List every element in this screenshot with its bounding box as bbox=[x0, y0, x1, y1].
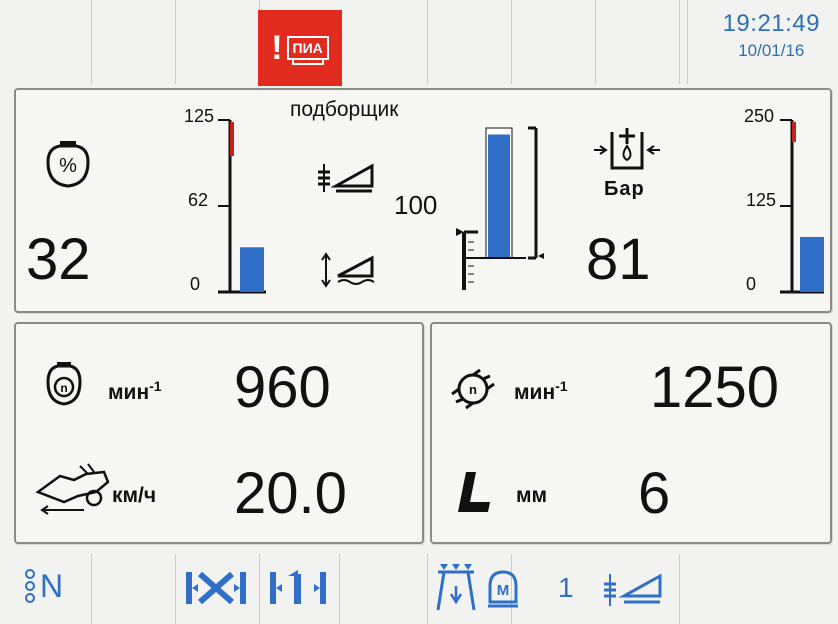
engine-rpm-unit-exp: -1 bbox=[149, 378, 162, 394]
top-status-bar: ! ПИА 19:21:49 10/01/16 bbox=[0, 0, 838, 86]
cut-length-icon bbox=[458, 472, 490, 512]
alarm-chip-label: ПИА bbox=[286, 36, 329, 65]
bottom-slot-6[interactable]: M bbox=[428, 554, 518, 624]
svg-text:n: n bbox=[469, 382, 477, 397]
top-slot-3[interactable] bbox=[176, 0, 260, 84]
right-scale-min: 0 bbox=[746, 274, 757, 294]
left-scale-max: 125 bbox=[184, 106, 215, 126]
engine-load-icon: % bbox=[46, 141, 90, 188]
bottom-slot-2[interactable] bbox=[92, 554, 176, 624]
top-slot-7[interactable] bbox=[512, 0, 596, 84]
pickup-ground-icon bbox=[321, 252, 375, 288]
pressure-value: 81 bbox=[586, 227, 651, 292]
alarm-button[interactable]: ! ПИА bbox=[258, 10, 342, 86]
rotor-rpm-icon: n bbox=[451, 368, 495, 410]
clock-time: 19:21:49 bbox=[722, 10, 820, 37]
top-slot-2[interactable] bbox=[92, 0, 176, 84]
pickup-value: 100 bbox=[394, 190, 438, 220]
left-gauge bbox=[218, 119, 266, 294]
speed-unit: км/ч bbox=[112, 484, 157, 507]
rotor-rpm-unit-exp: -1 bbox=[555, 378, 568, 394]
engine-rpm-unit-text: мин bbox=[108, 381, 150, 404]
left-scale-mid: 62 bbox=[188, 190, 209, 210]
alarm-exclamation-icon: ! bbox=[271, 28, 283, 67]
pickup-title: подборщик bbox=[290, 98, 399, 121]
cut-length-value: 6 bbox=[638, 461, 671, 526]
engine-panel: n мин-1 960 км/ч 20.0 bbox=[14, 322, 424, 544]
engine-rpm-value: 960 bbox=[234, 355, 331, 420]
svg-text:%: % bbox=[59, 155, 77, 177]
pressure-unit: Бар bbox=[604, 178, 645, 200]
sensor-neutral-icon bbox=[25, 569, 35, 603]
spout-icon bbox=[436, 564, 476, 611]
pickup-height-icon bbox=[604, 573, 662, 606]
right-gauge bbox=[780, 119, 824, 294]
top-panel: % 32 125 62 0 подборщик 100 Бар 81 250 1… bbox=[14, 88, 832, 313]
svg-text:n: n bbox=[60, 381, 67, 395]
bottom-slot-3[interactable] bbox=[176, 554, 260, 624]
sensor-neutral-label: N bbox=[40, 568, 64, 604]
svg-text:M: M bbox=[497, 582, 510, 599]
rotor-rpm-unit-text: мин bbox=[514, 381, 556, 404]
bottom-toolbar: N M 1 bbox=[0, 548, 838, 624]
pickup-height-fill bbox=[488, 134, 510, 258]
bottom-slot-8[interactable] bbox=[680, 554, 838, 624]
bottom-slot-5[interactable] bbox=[340, 554, 428, 624]
clock-date: 10/01/16 bbox=[738, 41, 805, 60]
engine-load-value: 32 bbox=[26, 227, 91, 292]
mode-m-suffix: 1 bbox=[558, 572, 574, 603]
top-slot-6[interactable] bbox=[428, 0, 512, 84]
bottom-slot-1[interactable]: N bbox=[0, 554, 92, 624]
bottom-slot-4[interactable] bbox=[260, 554, 340, 624]
rotor-panel: n мин-1 1250 мм 6 bbox=[430, 322, 832, 544]
left-gauge-fill bbox=[240, 247, 264, 292]
header-align-icon bbox=[270, 570, 326, 604]
engine-rpm-unit: мин-1 bbox=[108, 378, 162, 405]
rotor-rpm-value: 1250 bbox=[650, 355, 780, 420]
clock: 19:21:49 10/01/16 bbox=[723, 10, 820, 61]
right-scale-mid: 125 bbox=[746, 190, 777, 210]
right-gauge-fill bbox=[800, 236, 824, 292]
rotor-rpm-unit: мин-1 bbox=[514, 378, 568, 405]
header-cross-icon bbox=[186, 571, 246, 605]
cut-length-unit: мм bbox=[516, 484, 548, 507]
speed-value: 20.0 bbox=[234, 461, 347, 526]
mode-m-icon: M bbox=[488, 570, 518, 608]
pickup-height-gauge bbox=[456, 126, 544, 290]
top-slot-5[interactable] bbox=[340, 0, 428, 84]
left-scale-min: 0 bbox=[190, 274, 201, 294]
hydraulic-pressure-icon bbox=[594, 128, 660, 170]
pickup-raise-icon bbox=[318, 163, 374, 193]
top-slot-9 bbox=[680, 0, 688, 84]
top-slot-8[interactable] bbox=[596, 0, 680, 84]
top-slot-1[interactable] bbox=[0, 0, 92, 84]
engine-rpm-icon: n bbox=[46, 362, 82, 406]
harvester-speed-icon bbox=[35, 463, 110, 515]
right-scale-max: 250 bbox=[744, 106, 775, 126]
bottom-slot-7[interactable] bbox=[596, 554, 680, 624]
